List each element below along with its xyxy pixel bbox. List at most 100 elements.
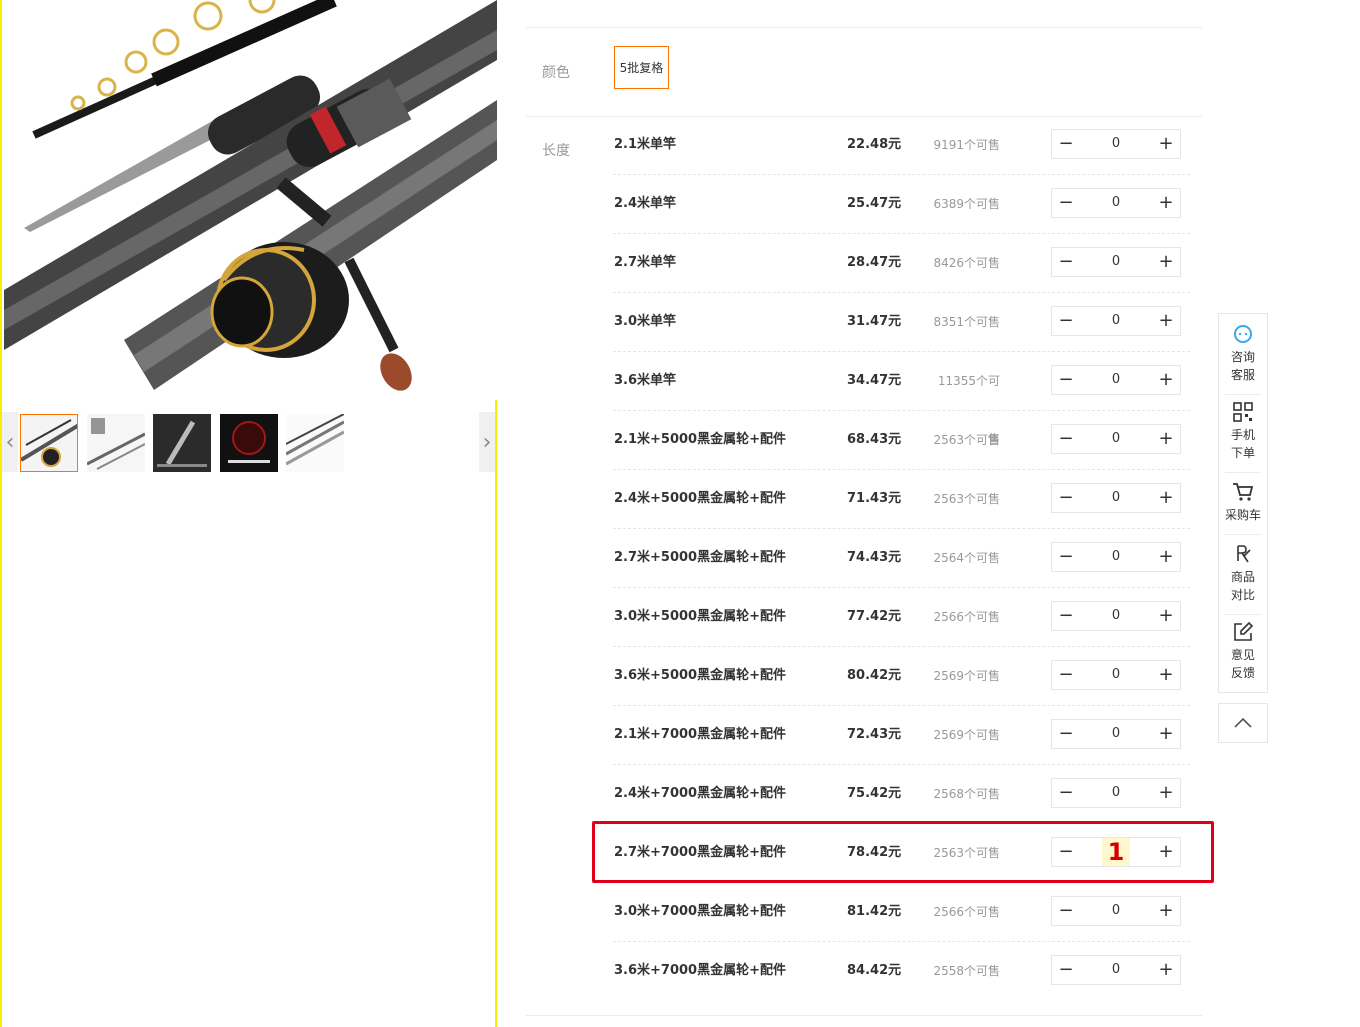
sku-price: 22.48元 bbox=[847, 137, 902, 152]
cart-button[interactable]: 采购车 bbox=[1219, 482, 1267, 524]
decrease-button[interactable]: − bbox=[1052, 307, 1080, 335]
decrease-button[interactable]: − bbox=[1052, 130, 1080, 158]
color-label: 颜色 bbox=[542, 65, 570, 81]
thumbnail-image bbox=[153, 414, 211, 472]
compare-button[interactable]: 商品对比 bbox=[1219, 544, 1267, 604]
sku-stock: 8351个可售 bbox=[933, 315, 1000, 329]
quantity-input[interactable]: 0 bbox=[1082, 720, 1150, 748]
decrease-button[interactable]: − bbox=[1052, 248, 1080, 276]
quantity-input[interactable]: 0 bbox=[1082, 366, 1150, 394]
increase-button[interactable]: + bbox=[1152, 484, 1180, 512]
sku-name: 2.1米单竿 bbox=[614, 137, 677, 152]
shopping-cart-icon bbox=[1233, 483, 1254, 501]
quantity-stepper: −0 + bbox=[1051, 365, 1181, 395]
thumbnail-image bbox=[21, 415, 77, 471]
sidebar-divider bbox=[1225, 472, 1261, 473]
quantity-input[interactable]: 0 bbox=[1082, 248, 1150, 276]
quantity-input[interactable]: 0 bbox=[1082, 602, 1150, 630]
sku-price: 81.42元 bbox=[847, 904, 902, 919]
quantity-input[interactable]: 0 bbox=[1082, 956, 1150, 984]
quantity-stepper: −0 + bbox=[1051, 129, 1181, 159]
increase-button[interactable]: + bbox=[1152, 130, 1180, 158]
increase-button[interactable]: + bbox=[1152, 189, 1180, 217]
sku-row: 2.4米+5000黑金属轮+配件 71.43元 2563个可售 −0 + bbox=[613, 470, 1190, 529]
back-to-top-button[interactable] bbox=[1218, 703, 1268, 743]
compare-label: 商品对比 bbox=[1230, 570, 1255, 602]
sidebar-divider bbox=[1225, 394, 1261, 395]
increase-button[interactable]: + bbox=[1152, 366, 1180, 394]
main-product-image[interactable] bbox=[4, 0, 497, 400]
increase-button[interactable]: + bbox=[1152, 307, 1180, 335]
increase-button[interactable]: + bbox=[1152, 956, 1180, 984]
sku-row: 3.0米+7000黑金属轮+配件 81.42元 2566个可售 −0 + bbox=[613, 883, 1190, 942]
quantity-stepper: −0 + bbox=[1051, 247, 1181, 277]
decrease-button[interactable]: − bbox=[1052, 366, 1080, 394]
sku-stock: 2563个可售 bbox=[933, 492, 1000, 506]
increase-button[interactable]: + bbox=[1152, 720, 1180, 748]
thumbnail-5[interactable] bbox=[286, 414, 344, 472]
fishing-rod-image bbox=[4, 0, 497, 391]
mobile-order-button[interactable]: 手机下单 bbox=[1219, 402, 1267, 462]
decrease-button[interactable]: − bbox=[1052, 484, 1080, 512]
thumbnail-3[interactable] bbox=[153, 414, 211, 472]
decrease-button[interactable]: − bbox=[1052, 897, 1080, 925]
quantity-input[interactable]: 0 bbox=[1082, 661, 1150, 689]
decrease-button[interactable]: − bbox=[1052, 661, 1080, 689]
sku-name: 2.4米+5000黑金属轮+配件 bbox=[614, 491, 786, 506]
decrease-button[interactable]: − bbox=[1052, 189, 1080, 217]
sku-price: 72.43元 bbox=[847, 727, 902, 742]
increase-button[interactable]: + bbox=[1152, 897, 1180, 925]
thumbnail-2[interactable] bbox=[87, 414, 145, 472]
consult-label: 咨询客服 bbox=[1230, 350, 1255, 382]
sku-stock: 2568个可售 bbox=[933, 787, 1000, 801]
decrease-button[interactable]: − bbox=[1052, 720, 1080, 748]
thumbnail-1[interactable] bbox=[20, 414, 78, 472]
feedback-button[interactable]: 意见反馈 bbox=[1219, 622, 1267, 682]
sku-price: 80.42元 bbox=[847, 668, 902, 683]
sku-row: 3.6米单竿 34.47元 11355个可售 −0 + bbox=[613, 352, 1190, 446]
sku-name: 3.0米+5000黑金属轮+配件 bbox=[614, 609, 786, 624]
increase-button[interactable]: + bbox=[1152, 602, 1180, 630]
sku-row: 3.6米+7000黑金属轮+配件 84.42元 2558个可售 −0 + bbox=[613, 942, 1190, 1001]
quantity-input[interactable]: 0 bbox=[1082, 897, 1150, 925]
chevron-up-icon bbox=[1234, 718, 1252, 728]
quantity-input[interactable]: 0 bbox=[1082, 779, 1150, 807]
decrease-button[interactable]: − bbox=[1052, 425, 1080, 453]
thumb-next-arrow-icon[interactable]: › bbox=[479, 412, 495, 472]
quantity-input[interactable]: 0 bbox=[1082, 307, 1150, 335]
quantity-stepper: −0 + bbox=[1051, 601, 1181, 631]
color-option-button[interactable]: 5批复格 bbox=[614, 46, 669, 89]
sku-stock: 2564个可售 bbox=[933, 551, 1000, 565]
chat-bubble-icon bbox=[1234, 325, 1252, 343]
decrease-button[interactable]: − bbox=[1052, 779, 1080, 807]
divider bbox=[526, 27, 1202, 28]
sku-name: 2.7米单竿 bbox=[614, 255, 677, 270]
sku-stock: 9191个可售 bbox=[933, 138, 1000, 152]
increase-button[interactable]: + bbox=[1152, 543, 1180, 571]
increase-button[interactable]: + bbox=[1152, 425, 1180, 453]
sku-price: 71.43元 bbox=[847, 491, 902, 506]
sku-price: 31.47元 bbox=[847, 314, 902, 329]
floating-sidebar: 咨询客服 手机下单 采购车 商品对比 意见反馈 bbox=[1218, 313, 1268, 693]
quantity-input[interactable]: 0 bbox=[1082, 543, 1150, 571]
quantity-input[interactable]: 0 bbox=[1082, 484, 1150, 512]
sku-stock: 2563个可售 bbox=[933, 433, 1000, 447]
sku-name: 3.0米单竿 bbox=[614, 314, 677, 329]
sidebar-divider bbox=[1225, 614, 1261, 615]
sidebar-divider bbox=[1225, 534, 1261, 535]
decrease-button[interactable]: − bbox=[1052, 602, 1080, 630]
thumbnail-4[interactable] bbox=[220, 414, 278, 472]
quantity-stepper: −0 + bbox=[1051, 896, 1181, 926]
quantity-input[interactable]: 0 bbox=[1082, 425, 1150, 453]
sku-name: 3.0米+7000黑金属轮+配件 bbox=[614, 904, 786, 919]
quantity-input[interactable]: 0 bbox=[1082, 130, 1150, 158]
quantity-input[interactable]: 0 bbox=[1082, 189, 1150, 217]
increase-button[interactable]: + bbox=[1152, 248, 1180, 276]
increase-button[interactable]: + bbox=[1152, 779, 1180, 807]
increase-button[interactable]: + bbox=[1152, 661, 1180, 689]
decrease-button[interactable]: − bbox=[1052, 543, 1080, 571]
product-gallery: ‹ › bbox=[0, 0, 497, 1027]
decrease-button[interactable]: − bbox=[1052, 956, 1080, 984]
thumb-prev-arrow-icon[interactable]: ‹ bbox=[2, 412, 18, 472]
consult-service-button[interactable]: 咨询客服 bbox=[1219, 324, 1267, 384]
